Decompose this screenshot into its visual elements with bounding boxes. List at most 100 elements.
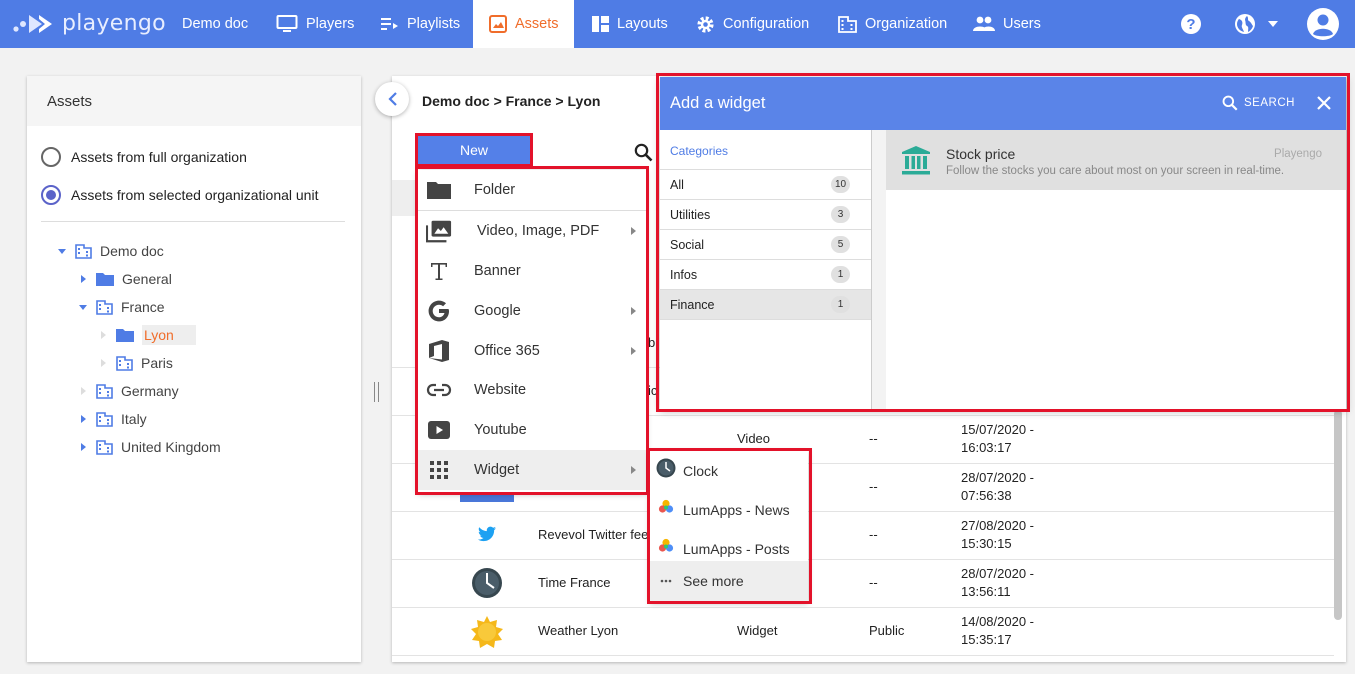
radio-button[interactable] [41, 185, 61, 205]
tree-item-germany[interactable]: Germany [78, 379, 179, 403]
app-logo[interactable]: playengo [12, 10, 166, 36]
menu-item-office365[interactable]: Office 365 [418, 331, 646, 371]
asset-visibility: -- [869, 479, 878, 494]
search-label: SEARCH [1244, 97, 1295, 109]
category-utilities[interactable]: Utilities 3 [660, 200, 871, 230]
tree-label: Germany [121, 383, 179, 399]
asset-visibility: Public [869, 623, 905, 638]
logo-icon [12, 10, 54, 36]
category-name: Finance [670, 297, 715, 312]
nav-demo-doc[interactable]: Demo doc [182, 0, 248, 48]
category-infos[interactable]: Infos 1 [660, 260, 871, 290]
radio-label: Assets from full organization [71, 149, 247, 165]
tree-item-paris[interactable]: Paris [98, 351, 173, 375]
search-icon [1222, 95, 1238, 111]
tree-label: Italy [121, 411, 147, 427]
nav-label: Playlists [407, 16, 461, 32]
radio-full-organization[interactable]: Assets from full organization [41, 147, 247, 167]
panel-gutter [872, 130, 886, 409]
menu-item-website[interactable]: Website [418, 370, 646, 410]
search-button[interactable] [634, 143, 653, 162]
asset-type: Video [737, 431, 771, 446]
caret-down-icon[interactable] [78, 304, 88, 310]
table-row[interactable]: Weather Lyon Widget Public 14/08/2020 -1… [392, 608, 1334, 656]
caret-right-icon[interactable] [78, 275, 88, 283]
text-icon [426, 259, 452, 283]
lumapps-icon [656, 536, 676, 556]
clock-icon [471, 567, 503, 599]
menu-item-youtube[interactable]: Youtube [418, 410, 646, 450]
help-button[interactable]: ? [1180, 0, 1202, 48]
widget-card-stock-price[interactable]: Stock price Follow the stocks you care a… [886, 130, 1346, 190]
category-finance[interactable]: Finance 1 [660, 290, 871, 320]
submenu-item-label: See more [683, 573, 744, 589]
category-social[interactable]: Social 5 [660, 230, 871, 260]
monitor-icon [276, 14, 298, 34]
tree-label: Demo doc [100, 243, 164, 259]
back-button[interactable] [375, 82, 409, 116]
nav-label: Configuration [723, 16, 810, 32]
menu-item-label: Google [474, 303, 521, 319]
nav-organization[interactable]: Organization [838, 0, 947, 48]
nav-label: Layouts [617, 16, 668, 32]
language-selector[interactable] [1234, 0, 1278, 48]
building-icon [96, 299, 113, 315]
asset-visibility: -- [869, 527, 878, 542]
radio-button[interactable] [41, 147, 61, 167]
new-button[interactable]: New [418, 136, 530, 164]
nav-label: Players [306, 16, 355, 32]
widget-submenu: Clock LumApps - News LumApps - Posts See… [650, 451, 808, 601]
table-row[interactable]: Time France -- 28/07/2020 -13:56:11 [392, 560, 1334, 608]
category-count-badge: 3 [831, 206, 850, 223]
caret-down-icon[interactable] [57, 248, 67, 254]
tree-label: Lyon [142, 325, 196, 345]
list-scrollbar[interactable] [1334, 410, 1342, 620]
submenu-item-label: LumApps - News [683, 501, 790, 518]
nav-users[interactable]: Users [973, 0, 1041, 48]
tree-item-demo-doc[interactable]: Demo doc [57, 239, 164, 263]
tree-item-italy[interactable]: Italy [78, 407, 147, 431]
tree-item-general[interactable]: General [78, 267, 172, 291]
asset-date: 27/08/2020 -15:30:15 [961, 518, 1035, 551]
radio-selected-unit[interactable]: Assets from selected organizational unit [41, 185, 318, 205]
menu-item-google[interactable]: Google [418, 291, 646, 331]
panel-resize-handle[interactable] [374, 382, 382, 402]
menu-item-label: Website [474, 382, 527, 398]
nav-players[interactable]: Players [276, 0, 354, 48]
tree-item-lyon[interactable]: Lyon [98, 323, 196, 347]
tree-label: General [122, 271, 172, 287]
table-row[interactable]: Revevol Twitter fee -- 27/08/2020 -15:30… [392, 512, 1334, 560]
tree-item-united-kingdom[interactable]: United Kingdom [78, 435, 221, 459]
menu-item-folder[interactable]: Folder [418, 170, 646, 210]
caret-right-icon[interactable] [78, 415, 88, 423]
help-icon: ? [1180, 13, 1202, 35]
menu-item-banner[interactable]: Banner [418, 251, 646, 291]
menu-item-widget[interactable]: Widget [418, 450, 646, 490]
sidebar-title: Assets [27, 76, 361, 126]
gear-icon [696, 15, 715, 34]
nav-layouts[interactable]: Layouts [592, 0, 668, 48]
category-count-badge: 1 [831, 296, 850, 313]
assets-sidebar: Assets Assets from full organization Ass… [27, 76, 361, 662]
submenu-item-see-more[interactable]: See more [650, 561, 808, 601]
tree-item-france[interactable]: France [78, 295, 165, 319]
nav-assets[interactable]: Assets [473, 0, 574, 48]
submenu-item-label: Clock [683, 462, 719, 479]
submenu-item-clock[interactable]: Clock [650, 451, 808, 490]
asset-name: Weather Lyon [538, 623, 619, 638]
menu-item-media[interactable]: Video, Image, PDF [418, 211, 646, 251]
submenu-item-lumapps-news[interactable]: LumApps - News [650, 490, 808, 529]
close-icon[interactable] [1316, 95, 1332, 111]
dialog-search-button[interactable]: SEARCH [1222, 95, 1295, 111]
chevron-down-icon [1268, 21, 1278, 27]
bank-icon [900, 144, 932, 176]
menu-item-label: Banner [474, 263, 521, 279]
category-all[interactable]: All 10 [660, 170, 871, 200]
caret-right-icon[interactable] [78, 443, 88, 451]
nav-configuration[interactable]: Configuration [696, 0, 809, 48]
nav-playlists[interactable]: Playlists [381, 0, 460, 48]
account-button[interactable] [1306, 0, 1340, 48]
caret-right-icon [78, 387, 88, 395]
caret-right-icon [98, 359, 108, 367]
submenu-arrow-icon [631, 307, 636, 315]
